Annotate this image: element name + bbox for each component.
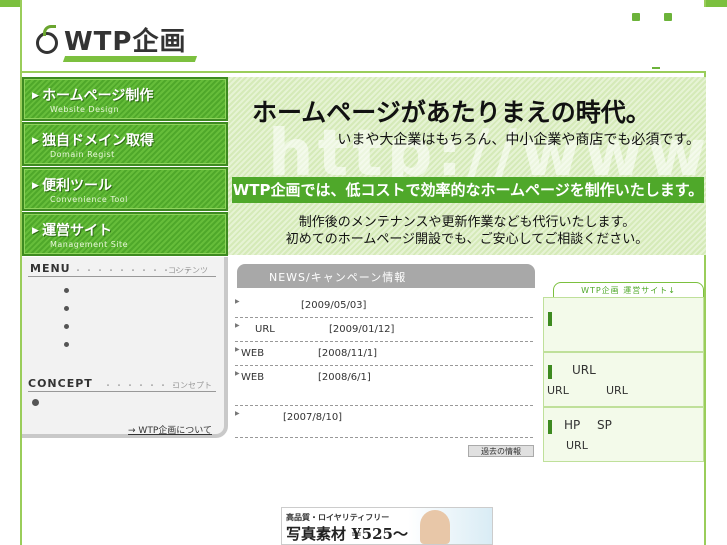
menu-item-2[interactable]: [64, 306, 69, 311]
site-marker: [548, 420, 552, 434]
site-url-label: URL: [547, 384, 569, 397]
banner-line-2: 写真素材 ¥525～: [286, 525, 408, 543]
hero-title: ホームページがあたりまえの時代。: [252, 98, 651, 127]
header-link-icon-1[interactable]: [632, 13, 640, 21]
site-marker: [548, 312, 552, 326]
news-row[interactable]: ▶ URL [2009/01/12]: [235, 318, 533, 342]
logo-text: WTP企画: [62, 21, 198, 62]
news-date: [2009/01/12]: [329, 324, 395, 335]
news-label: WEB: [241, 348, 265, 359]
main-nav: ホームページ制作 Website Design 独自ドメイン取得 Domain …: [22, 77, 228, 256]
news-label: URL: [255, 324, 275, 335]
menu-item-4[interactable]: [64, 342, 69, 347]
nav-item-sublabel: Management Site: [50, 240, 129, 249]
concept-subheading: コンセプト: [172, 381, 212, 390]
nav-item-label: ホームページ制作: [32, 85, 226, 105]
site-hp-label: HP: [564, 418, 581, 432]
site-logo[interactable]: WTP企画: [36, 21, 198, 62]
concept-item: [32, 399, 39, 406]
site-box-1[interactable]: [543, 297, 704, 352]
news-arrow-icon: ▶: [235, 322, 240, 329]
menu-item-3[interactable]: [64, 324, 69, 329]
news-tab-title: NEWS/キャンペーン情報: [269, 271, 407, 284]
sites-tab-title: WTP企画 運営サイト↓: [553, 282, 704, 298]
concept-dots: ・・・・・・・: [104, 381, 181, 390]
site-marker: [548, 365, 552, 379]
about-link[interactable]: → WTP企画について: [128, 423, 212, 436]
apple-logo-icon: [36, 24, 58, 54]
person-photo-icon: [420, 510, 450, 544]
site-box-2[interactable]: URL URL URL: [543, 352, 704, 407]
nav-item-domain-regist[interactable]: 独自ドメイン取得 Domain Regist: [22, 122, 228, 166]
stock-photo-ad-banner[interactable]: 高品質・ロイヤリティフリー 写真素材 ¥525～: [281, 507, 493, 545]
nav-item-sublabel: Website Design: [50, 105, 120, 114]
site-url-label: URL: [566, 439, 588, 452]
news-tab: NEWS/キャンペーン情報: [237, 264, 535, 288]
nav-item-management-site[interactable]: 運営サイト Management Site: [22, 212, 228, 256]
site-sp-label: SP: [597, 418, 612, 432]
news-row[interactable]: ▶ [2009/05/03]: [235, 294, 533, 318]
sprout-icon: [652, 63, 660, 69]
operated-sites: WTP企画 運営サイト↓ URL URL URL HP SP URL: [543, 282, 704, 462]
nav-item-sublabel: Convenience Tool: [50, 195, 128, 204]
nav-item-convenience-tool[interactable]: 便利ツール Convenience Tool: [22, 167, 228, 211]
nav-item-label: 運営サイト: [32, 220, 226, 240]
menu-divider: [28, 276, 216, 277]
concept-divider: [28, 391, 216, 392]
news-label: WEB: [241, 372, 265, 383]
nav-item-label: 便利ツール: [32, 175, 226, 195]
hero-paragraph-2: 初めてのホームページ開設でも、ご安心してご相談ください。: [285, 232, 649, 247]
site-url-label: URL: [606, 384, 628, 397]
sidebar-box: MENU ・・・・・・・・・・・ コンテンツ CONCEPT ・・・・・・・ コ…: [22, 257, 228, 438]
nav-item-label: 独自ドメイン取得: [32, 130, 226, 150]
news-arrow-icon: ▶: [235, 410, 240, 417]
header-link-icon-2[interactable]: [664, 13, 672, 21]
site-box-3[interactable]: HP SP URL: [543, 407, 704, 462]
concept-heading: CONCEPT: [28, 377, 93, 390]
news-date: [2008/11/1]: [318, 348, 378, 359]
news-date: [2009/05/03]: [301, 300, 367, 311]
hero-subtitle: いまや大企業はもちろん、中小企業や商店でも必須です。: [337, 132, 700, 148]
news-arrow-icon: ▶: [235, 370, 240, 377]
news-arrow-icon: ▶: [235, 298, 240, 305]
past-news-button[interactable]: 過去の情報: [468, 445, 534, 457]
news-section: NEWS/キャンペーン情報 ▶ [2009/05/03] ▶ URL [2009…: [235, 262, 535, 462]
nav-item-sublabel: Domain Regist: [50, 150, 115, 159]
site-url-label: URL: [572, 363, 596, 377]
hero-banner: http://www ホームページがあたりまえの時代。 いまや大企業はもちろん、…: [228, 77, 706, 255]
news-arrow-icon: ▶: [235, 346, 240, 353]
hero-band-text: WTP企画では、低コストで効率的なホームページを制作いたします。: [232, 177, 704, 203]
news-date: [2007/8/10]: [283, 412, 343, 423]
logo-underline: [62, 56, 198, 62]
menu-heading: MENU: [30, 262, 71, 275]
nav-item-website-design[interactable]: ホームページ制作 Website Design: [22, 77, 228, 121]
news-row[interactable]: ▶ [2007/8/10]: [235, 406, 533, 438]
menu-subheading: コンテンツ: [168, 266, 208, 275]
banner-line-1: 高品質・ロイヤリティフリー: [286, 513, 390, 522]
news-row[interactable]: ▶ WEB [2008/11/1]: [235, 342, 533, 366]
news-date: [2008/6/1]: [318, 372, 371, 383]
site-header: WTP企画: [22, 7, 706, 73]
menu-item-1[interactable]: [64, 288, 69, 293]
logo-label: WTP企画: [64, 27, 187, 57]
news-row[interactable]: ▶ WEB [2008/6/1]: [235, 366, 533, 406]
